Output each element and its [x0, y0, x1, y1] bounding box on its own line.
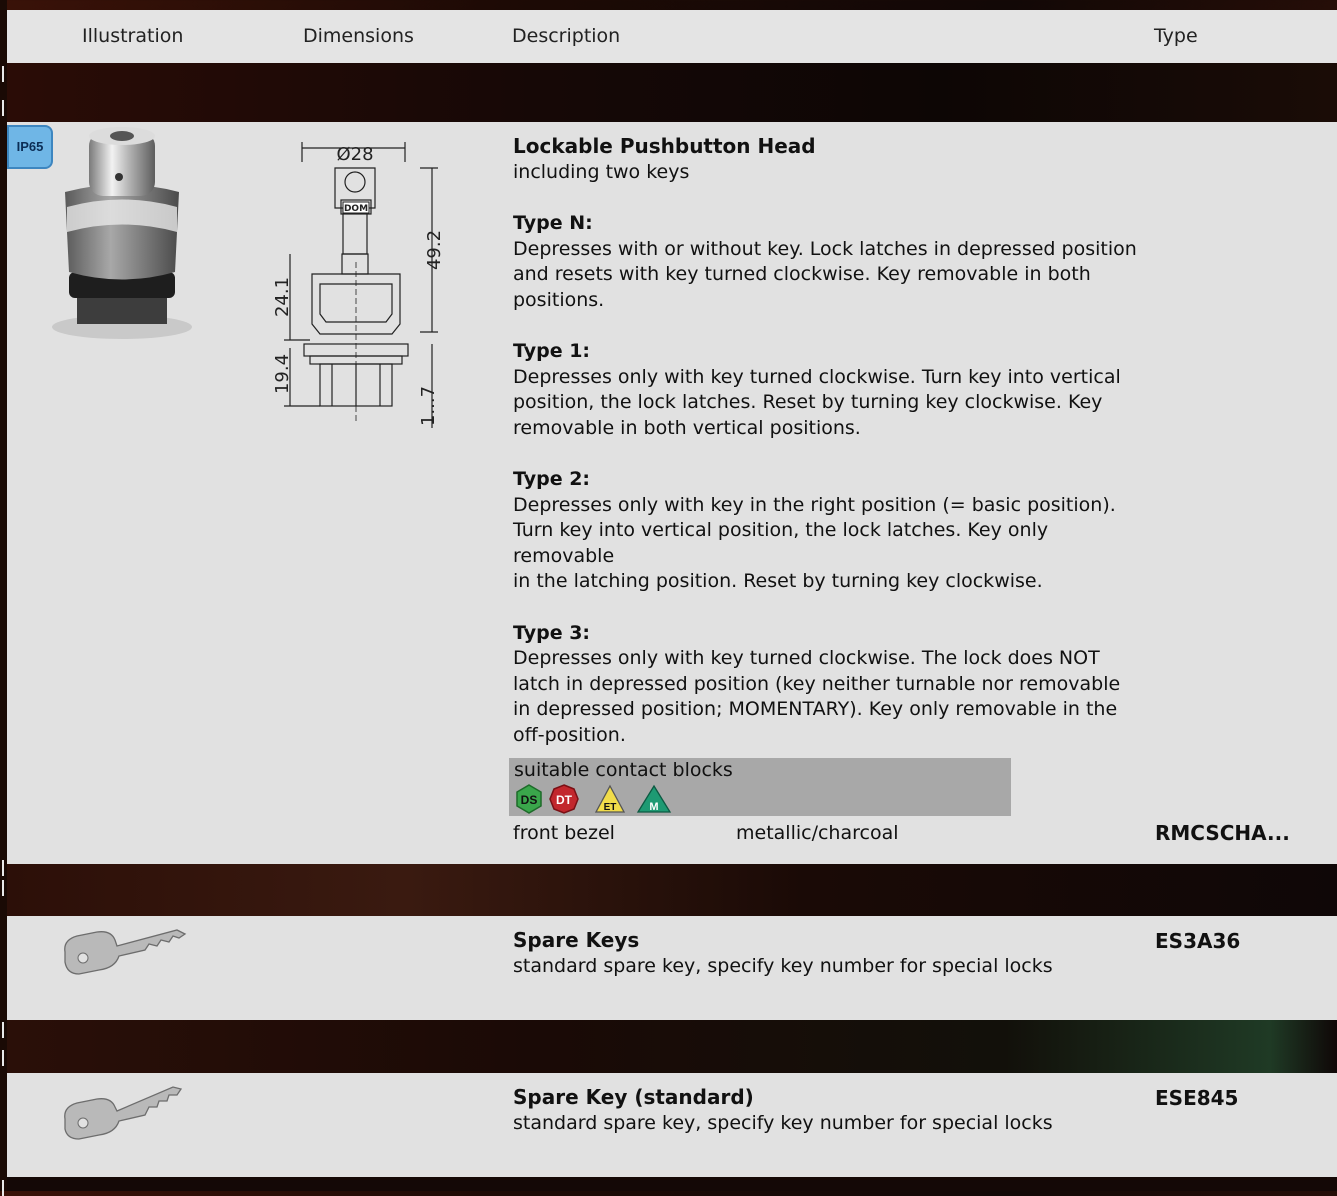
dim-diameter: Ø28 — [336, 144, 373, 165]
type-text: Depresses only with key turned clockwise… — [513, 647, 1121, 746]
key-brand-label: DOM — [344, 204, 368, 214]
separator-band — [7, 63, 1337, 122]
spare-keys-description: Spare Keys standard spare key, specify k… — [513, 928, 1053, 979]
product-row-spare-keys: Spare Keys standard spare key, specify k… — [7, 916, 1337, 1020]
type-2-block: Type 2: Depresses only with key in the r… — [513, 467, 1153, 595]
product-subtitle: standard spare key, specify key number f… — [513, 1111, 1053, 1134]
contact-blocks-box: suitable contact blocks DS DT ET M — [509, 758, 1011, 816]
header-dimensions: Dimensions — [303, 25, 414, 47]
type-heading: Type 3: — [513, 621, 591, 644]
type-n-block: Type N: Depresses with or without key. L… — [513, 211, 1153, 313]
contact-blocks-label: suitable contact blocks — [514, 759, 733, 781]
pushbutton-head-photo — [52, 127, 192, 339]
header-type: Type — [1154, 25, 1198, 47]
dimension-drawing: Ø28 DOM 49.2 24.1 19.4 1...7 — [272, 142, 445, 428]
svg-text:DT: DT — [556, 793, 573, 807]
bezel-finish: metallic/charcoal — [736, 822, 899, 844]
ds-contact-icon: DS — [516, 784, 542, 814]
svg-text:M: M — [649, 801, 658, 813]
type-heading: Type N: — [513, 212, 593, 234]
svg-text:ET: ET — [604, 802, 617, 813]
dt-contact-icon: DT — [549, 784, 579, 814]
type-text: Depresses only with key turned clockwise… — [513, 365, 1121, 439]
type-3-block: Type 3: Depresses only with key turned c… — [513, 621, 1153, 749]
header-description: Description — [512, 25, 621, 47]
separator-band — [7, 1020, 1337, 1073]
product-title: Lockable Pushbutton Head — [513, 134, 816, 158]
product-subtitle: standard spare key, specify key number f… — [513, 954, 1053, 977]
bezel-label: front bezel — [513, 822, 615, 844]
spare-key-standard-photo — [64, 1086, 183, 1140]
type-text: Depresses only with key in the right pos… — [513, 493, 1116, 593]
product-title: Spare Keys — [513, 928, 640, 952]
type-1-block: Type 1: Depresses only with key turned c… — [513, 339, 1153, 441]
product-title: Spare Key (standard) — [513, 1085, 754, 1109]
type-text: Depresses with or without key. Lock latc… — [513, 237, 1137, 311]
separator-band — [7, 864, 1337, 916]
et-contact-icon: ET — [594, 784, 626, 813]
contact-block-icons: DS DT ET M — [516, 784, 672, 814]
left-edge-marks — [0, 0, 7, 1196]
product-row-lockable-head: IP65 Ø28 DOM 49.2 24.1 19.4 1...7 Lockab… — [7, 122, 1337, 864]
type-code-ese845: ESE845 — [1155, 1086, 1239, 1110]
type-heading: Type 1: — [513, 340, 591, 362]
type-heading: Type 2: — [513, 468, 591, 490]
separator-band — [7, 1177, 1337, 1191]
dim-total-height: 49.2 — [424, 230, 445, 270]
header-illustration: Illustration — [82, 25, 184, 47]
product-subtitle: including two keys — [513, 160, 690, 183]
table-header: Illustration Dimensions Description Type — [7, 10, 1337, 63]
product-row-spare-key-standard: Spare Key (standard) standard spare key,… — [7, 1073, 1337, 1177]
type-code-rmcscha: RMCSCHA... — [1155, 821, 1290, 845]
spare-key-photo — [64, 929, 187, 975]
dim-upper-height: 24.1 — [272, 277, 293, 317]
description-block: Lockable Pushbutton Head including two k… — [513, 134, 1153, 748]
m-contact-icon: M — [636, 784, 672, 813]
spare-key-standard-description: Spare Key (standard) standard spare key,… — [513, 1085, 1053, 1136]
type-code-es3a36: ES3A36 — [1155, 929, 1241, 953]
dim-panel-range: 1...7 — [418, 386, 439, 426]
dim-lower-height: 19.4 — [272, 354, 293, 394]
svg-text:DS: DS — [521, 793, 538, 807]
